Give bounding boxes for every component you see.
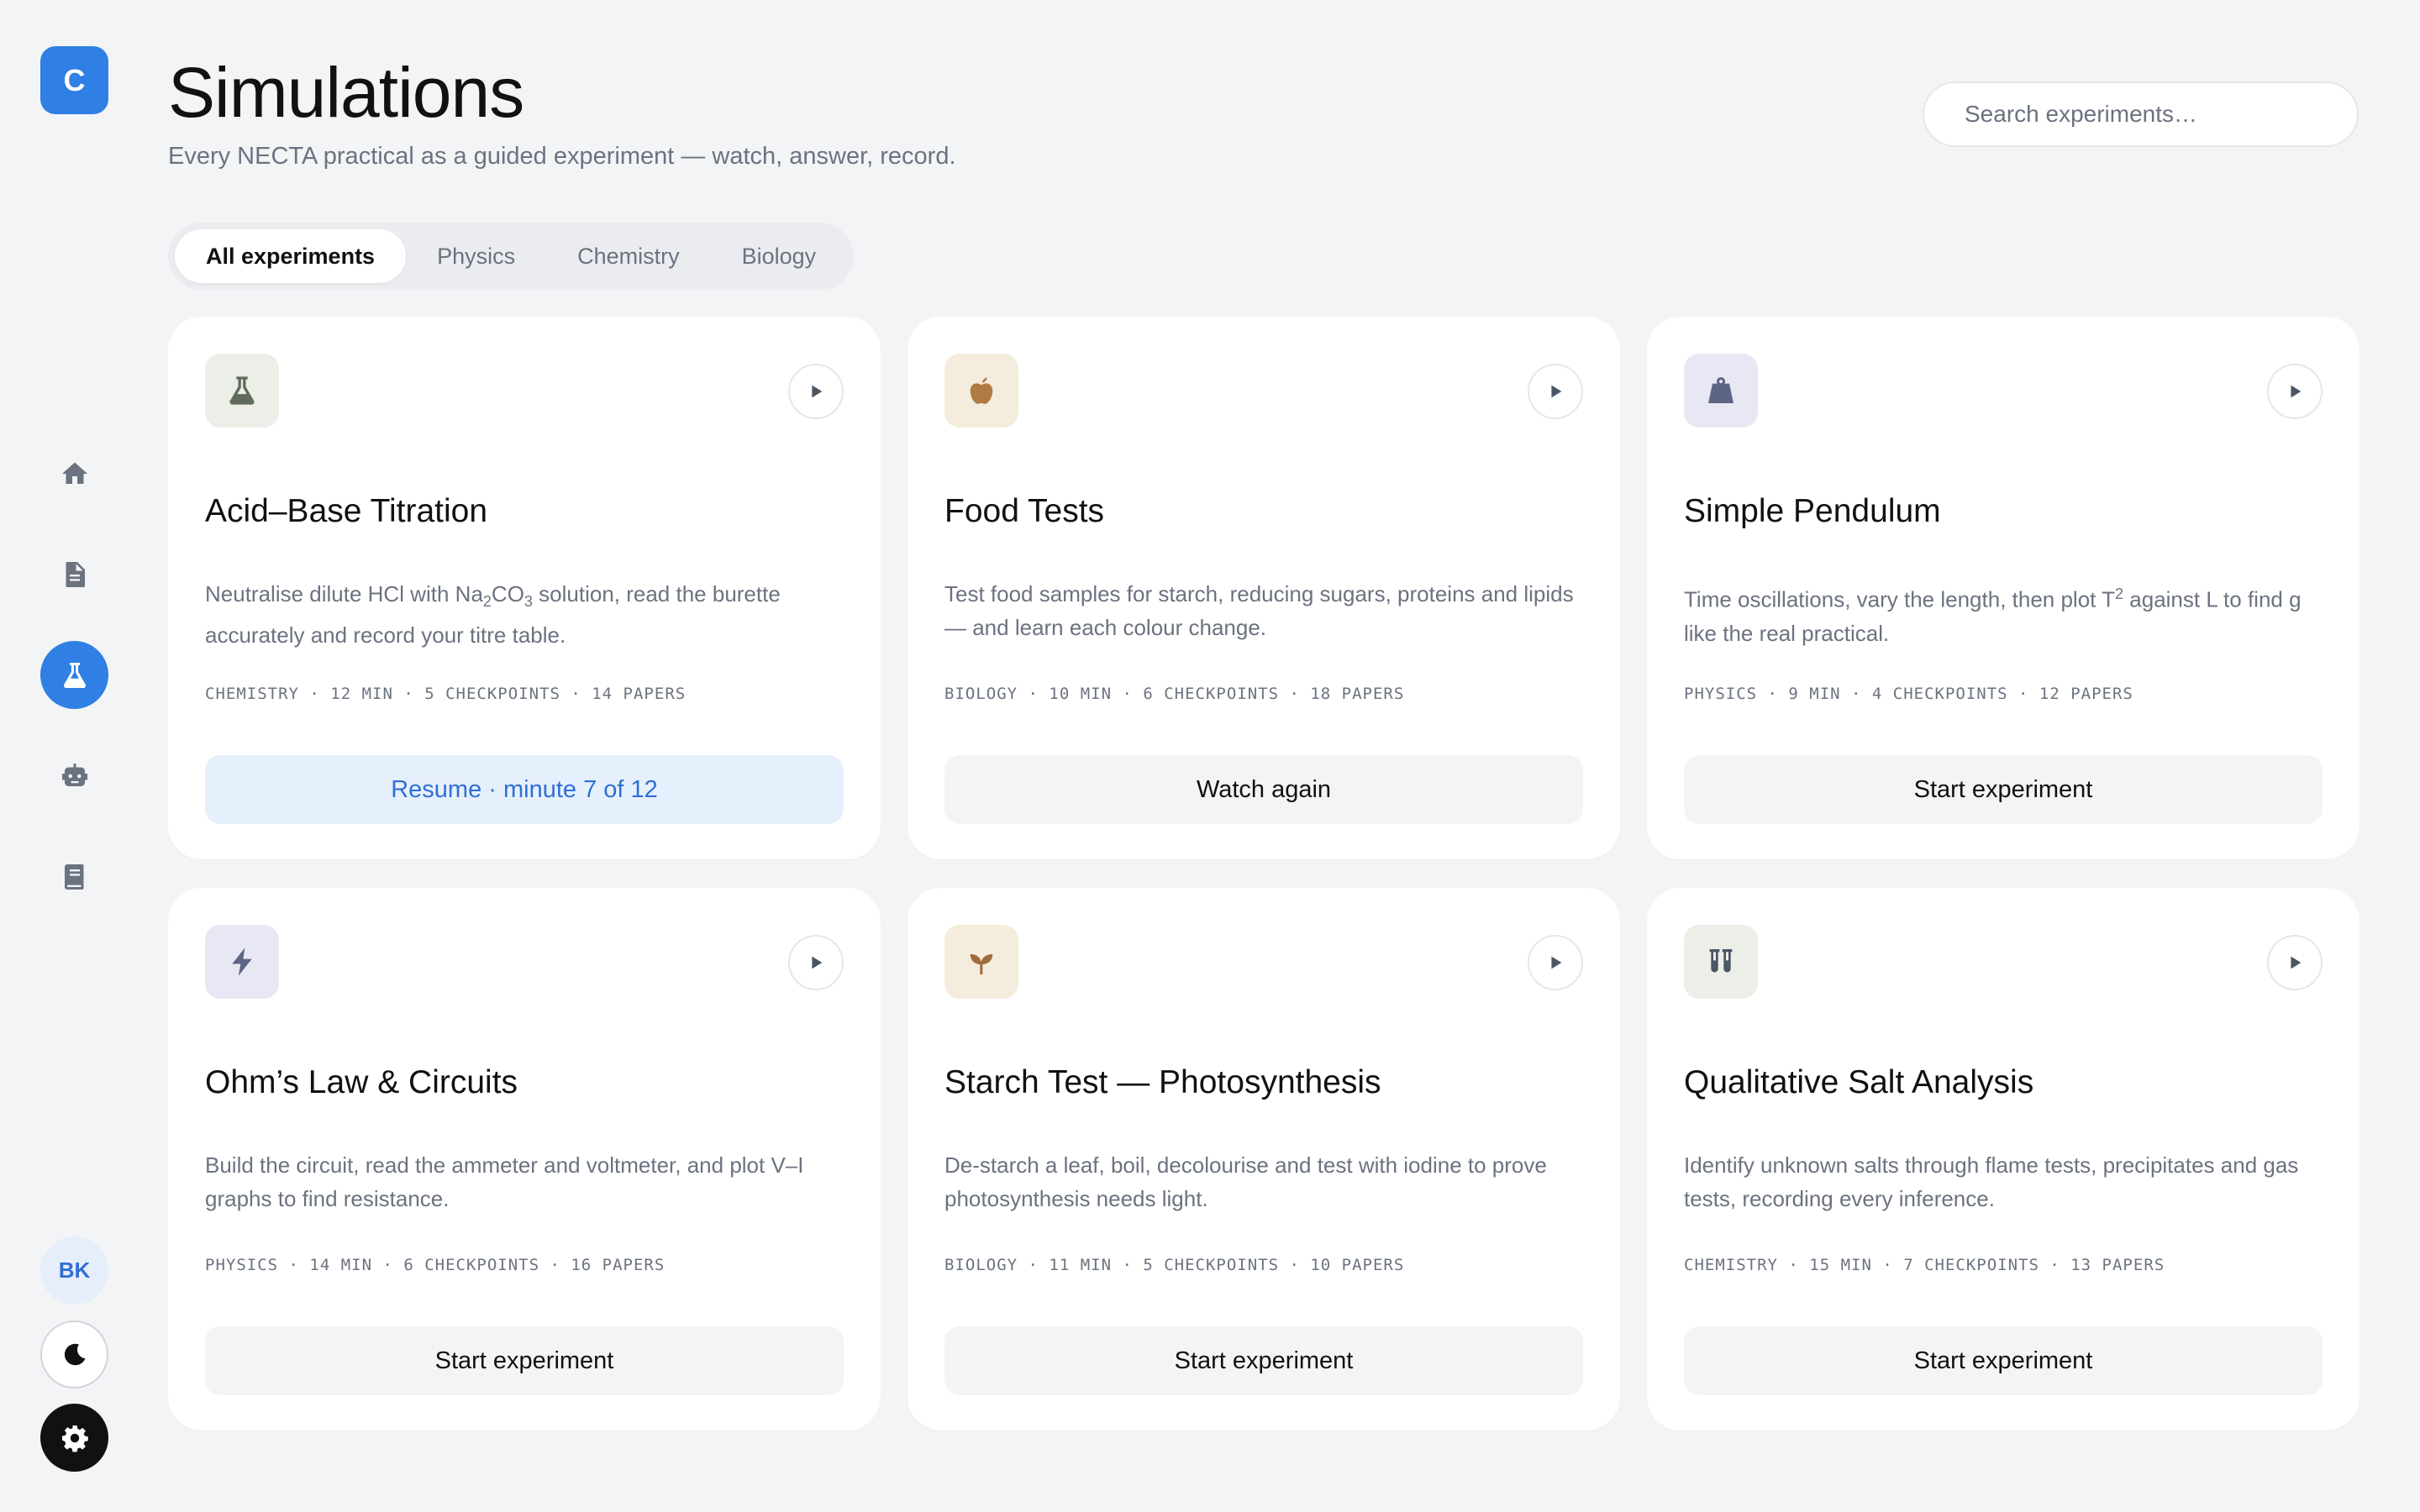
card-title: Simple Pendulum	[1684, 493, 1941, 529]
card-meta: PHYSICS · 9 MIN · 4 CHECKPOINTS · 12 PAP…	[1684, 685, 2133, 703]
sidebar-item-assistant[interactable]	[40, 742, 108, 810]
flask-icon	[63, 662, 86, 688]
flask-icon	[229, 376, 255, 405]
card-description: Test food samples for starch, reducing s…	[944, 581, 1574, 640]
bolt-icon	[232, 948, 252, 976]
watch-again-button[interactable]: Watch again	[944, 755, 1583, 824]
tab-biology[interactable]: Biology	[711, 229, 848, 283]
card-description: Time oscillations, vary the length, then…	[1684, 585, 2302, 646]
settings-button[interactable]	[40, 1404, 108, 1472]
theme-toggle-button[interactable]	[40, 1320, 108, 1389]
sidebar-item-documents[interactable]	[40, 540, 108, 608]
card-title: Food Tests	[944, 493, 1105, 529]
sprout-icon	[970, 953, 993, 974]
card-description: De-starch a leaf, boil, decolourise and …	[944, 1152, 1547, 1211]
page-subtitle: Every NECTA practical as a guided experi…	[168, 143, 956, 170]
moon-icon	[64, 1343, 85, 1365]
start-experiment-button[interactable]: Start experiment	[944, 1326, 1583, 1395]
play-icon	[1551, 956, 1562, 969]
start-experiment-button[interactable]: Start experiment	[205, 1326, 844, 1395]
card-icon-tile	[944, 354, 1018, 428]
card-title: Starch Test — Photosynthesis	[944, 1064, 1381, 1100]
play-icon	[2291, 385, 2302, 398]
experiment-card-starch-test[interactable]: Starch Test — Photosynthesis De-starch a…	[908, 888, 1620, 1431]
card-description: Build the circuit, read the ammeter and …	[205, 1152, 804, 1211]
card-meta: PHYSICS · 14 MIN · 6 CHECKPOINTS · 16 PA…	[205, 1256, 666, 1274]
book-icon	[64, 864, 83, 890]
sidebar-item-simulations[interactable]	[40, 641, 108, 709]
search-input[interactable]	[1923, 81, 2359, 147]
card-icon-tile	[205, 354, 279, 428]
card-title: Ohm’s Law & Circuits	[205, 1064, 518, 1100]
start-experiment-button[interactable]: Start experiment	[1684, 1326, 2323, 1395]
card-title: Qualitative Salt Analysis	[1684, 1064, 2034, 1100]
experiment-card-ohms-law[interactable]: Ohm’s Law & Circuits Build the circuit, …	[168, 888, 881, 1431]
weight-icon	[1708, 377, 1733, 403]
experiment-card-acid-base-titration[interactable]: Acid–Base Titration Neutralise dilute HC…	[168, 317, 881, 859]
app-logo[interactable]: C	[40, 46, 108, 114]
card-title: Acid–Base Titration	[205, 493, 488, 529]
sidebar: C BK	[0, 0, 146, 1512]
home-icon	[61, 462, 87, 484]
tab-chemistry[interactable]: Chemistry	[546, 229, 711, 283]
sidebar-item-home[interactable]	[40, 439, 108, 507]
experiment-card-food-tests[interactable]: Food Tests Test food samples for starch,…	[908, 317, 1620, 859]
tab-all-experiments[interactable]: All experiments	[175, 229, 407, 283]
gear-icon	[61, 1425, 88, 1452]
experiment-card-simple-pendulum[interactable]: Simple Pendulum Time oscillations, vary …	[1647, 317, 2360, 859]
resume-button[interactable]: Resume · minute 7 of 12	[205, 755, 844, 824]
test-tubes-icon	[1709, 949, 1733, 973]
start-experiment-button[interactable]: Start experiment	[1684, 755, 2323, 824]
card-meta: CHEMISTRY · 12 MIN · 5 CHECKPOINTS · 14 …	[205, 685, 687, 703]
play-icon	[812, 956, 823, 969]
card-meta: CHEMISTRY · 15 MIN · 7 CHECKPOINTS · 13 …	[1684, 1256, 2165, 1274]
apple-icon	[970, 377, 993, 404]
play-button[interactable]	[788, 935, 844, 990]
card-description: Neutralise dilute HCl with Na2CO3 soluti…	[205, 581, 781, 648]
card-icon-tile	[1684, 925, 1758, 999]
play-icon	[1551, 385, 1562, 398]
card-description: Identify unknown salts through flame tes…	[1684, 1152, 2299, 1211]
page-title: Simulations	[168, 53, 524, 132]
play-button[interactable]	[2267, 935, 2323, 990]
play-button[interactable]	[1528, 935, 1583, 990]
card-icon-tile	[1684, 354, 1758, 428]
play-button[interactable]	[788, 364, 844, 419]
experiment-card-salt-analysis[interactable]: Qualitative Salt Analysis Identify unkno…	[1647, 888, 2360, 1431]
play-button[interactable]	[2267, 364, 2323, 419]
card-meta: BIOLOGY · 10 MIN · 6 CHECKPOINTS · 18 PA…	[944, 685, 1405, 703]
play-icon	[2291, 956, 2302, 969]
filter-tabs: All experiments Physics Chemistry Biolog…	[168, 223, 855, 290]
card-icon-tile	[944, 925, 1018, 999]
tab-physics[interactable]: Physics	[406, 229, 546, 283]
robot-icon	[61, 763, 87, 786]
user-avatar[interactable]: BK	[40, 1236, 108, 1305]
document-icon	[66, 561, 85, 587]
play-icon	[812, 385, 823, 398]
card-icon-tile	[205, 925, 279, 999]
card-meta: BIOLOGY · 11 MIN · 5 CHECKPOINTS · 10 PA…	[944, 1256, 1405, 1274]
sidebar-item-library[interactable]	[40, 843, 108, 911]
play-button[interactable]	[1528, 364, 1583, 419]
